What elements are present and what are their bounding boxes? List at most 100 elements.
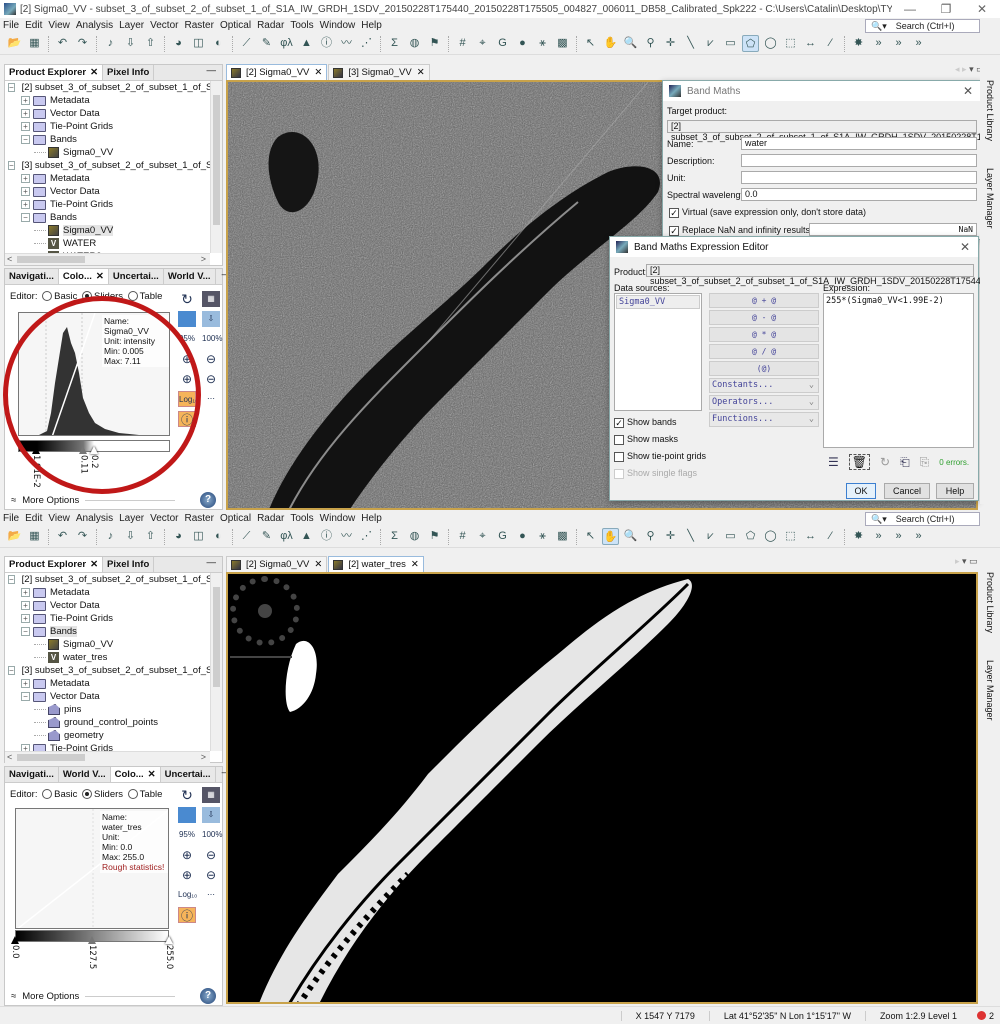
close-icon[interactable]: ✕ <box>314 559 322 570</box>
open-product-icon[interactable]: 📂 <box>6 35 23 52</box>
dark-circle-icon[interactable]: ● <box>514 528 531 545</box>
replace-value-field[interactable]: NaN <box>809 223 977 236</box>
scatter-plot-icon[interactable]: ⋰ <box>358 35 375 52</box>
operator-button[interactable]: @ - @ <box>709 310 819 325</box>
minimize-button[interactable]: — <box>892 2 928 16</box>
tree-node[interactable]: V WATER <box>8 237 222 250</box>
undo-icon[interactable]: ↶ <box>54 35 71 52</box>
expand-icon[interactable]: + <box>21 109 30 118</box>
error-indicator[interactable]: 2 <box>971 1011 1000 1021</box>
zoom-in-vertical-icon[interactable]: ⊕ <box>178 847 196 863</box>
gcp-placing-icon[interactable]: ✛ <box>662 35 679 52</box>
save-product-icon[interactable]: ▦ <box>26 35 43 52</box>
close-icon[interactable]: ✕ <box>148 769 156 780</box>
operator-button[interactable]: @ + @ <box>709 293 819 308</box>
more-icon[interactable]: » <box>890 35 907 52</box>
tree-node[interactable]: − [3] subset_3_of_subset_2_of_subset_1_of… <box>8 664 222 677</box>
colour-slider[interactable] <box>165 936 173 944</box>
multi-apply-icon[interactable]: ▦ <box>202 291 220 307</box>
layer-manager-tab[interactable]: Layer Manager <box>985 660 995 721</box>
tab-image-sigma0-vv-2[interactable]: [2] Sigma0_VV ✕ <box>226 64 328 80</box>
help-icon[interactable]: ? <box>200 988 216 1004</box>
tree-node[interactable]: − Bands <box>8 211 222 224</box>
pin-manager-icon[interactable]: ⚑ <box>426 528 443 545</box>
open-product-icon[interactable]: 📂 <box>6 528 23 545</box>
collapse-icon[interactable]: − <box>8 666 15 675</box>
range-100-icon[interactable]: 100% <box>202 331 222 347</box>
tree-node[interactable]: − [3] subset_3_of_subset_2_of_subset_1_of… <box>8 159 222 172</box>
operator-button[interactable]: (@) <box>709 361 819 376</box>
more-icon[interactable]: » <box>910 528 927 545</box>
tree-node[interactable]: + Metadata <box>8 94 222 107</box>
menu-window[interactable]: Window <box>317 20 359 31</box>
close-icon[interactable]: ✕ <box>90 559 98 570</box>
tree-node[interactable]: + Vector Data <box>8 599 222 612</box>
tree-node[interactable]: − Bands <box>8 625 222 638</box>
close-icon[interactable]: ✕ <box>90 67 98 78</box>
ellipse-draw-icon[interactable]: ◯ <box>762 528 779 545</box>
rectangle-draw-icon[interactable]: ▭ <box>722 528 739 545</box>
zoom-tool-icon[interactable]: 🔍 <box>622 35 639 52</box>
mask-icon[interactable]: ◍ <box>406 35 423 52</box>
grid-icon[interactable]: ▩ <box>554 35 571 52</box>
pan-tool-icon[interactable]: ✋ <box>602 528 619 545</box>
menu-vector[interactable]: Vector <box>147 20 181 31</box>
unit-field[interactable] <box>741 171 977 184</box>
tree-node[interactable]: − Bands <box>8 133 222 146</box>
menu-tools[interactable]: Tools <box>287 20 316 31</box>
tab-world-view[interactable]: World V... <box>164 269 216 284</box>
horizontal-scrollbar[interactable]: < > <box>5 253 210 265</box>
radio-table[interactable] <box>127 789 138 800</box>
minimize-panel-button[interactable]: — <box>201 557 223 572</box>
tab-product-explorer[interactable]: Product Explorer ✕ <box>5 557 104 572</box>
band-arithmetic-icon[interactable]: ♪ <box>102 35 119 52</box>
close-window-button[interactable]: ✕ <box>964 2 1000 16</box>
minimize-panel-button[interactable]: — <box>201 65 223 80</box>
close-icon[interactable]: ✕ <box>960 240 970 254</box>
tree-node[interactable]: + Tie-Point Grids <box>8 742 222 751</box>
radio-basic[interactable] <box>42 789 53 800</box>
star-icon[interactable]: ✸ <box>850 35 867 52</box>
redo-icon[interactable]: ↷ <box>74 35 91 52</box>
cancel-button[interactable]: Cancel <box>884 483 930 499</box>
tab-image-sigma0-vv-3[interactable]: [3] Sigma0_VV ✕ <box>328 64 430 80</box>
menu-layer[interactable]: Layer <box>116 20 147 31</box>
product-library-tab[interactable]: Product Library <box>985 572 995 633</box>
wave-icon[interactable]: ◐ <box>210 528 227 545</box>
edit-icon[interactable]: ✎ <box>258 528 275 545</box>
tree-node[interactable]: Sigma0_VV <box>8 638 222 651</box>
polyline-draw-icon[interactable]: ⩗ <box>702 35 719 52</box>
close-icon[interactable]: ✕ <box>963 84 973 98</box>
undo-icon[interactable]: ↶ <box>54 528 71 545</box>
select-tool-icon[interactable]: ↖ <box>582 35 599 52</box>
line-draw-icon[interactable]: ╲ <box>682 528 699 545</box>
search-input[interactable]: 🔍▾ Search (Ctrl+I) <box>865 19 980 33</box>
operators-dropdown[interactable]: Operators... ⌄ <box>709 395 819 410</box>
gcp-tool-icon[interactable]: ⚹ <box>534 35 551 52</box>
load-expression-icon[interactable]: ⎘ <box>920 455 930 470</box>
tree-node[interactable]: geometry <box>8 729 222 742</box>
export-icon[interactable]: ⇩ <box>202 311 220 327</box>
functions-dropdown[interactable]: Functions... ⌄ <box>709 412 819 427</box>
zoom-out-vertical-icon[interactable]: ⊖ <box>202 847 220 863</box>
vertical-scrollbar[interactable] <box>210 81 222 253</box>
gcp-placing-icon[interactable]: ✛ <box>662 528 679 545</box>
tree-node[interactable]: − Vector Data <box>8 690 222 703</box>
undo-icon[interactable]: ↻ <box>880 455 890 469</box>
slider-value[interactable]: 0.0 <box>10 945 20 959</box>
range-finder-icon[interactable]: ↔ <box>802 528 819 545</box>
menu-radar[interactable]: Radar <box>254 20 287 31</box>
gcp-icon[interactable]: G <box>494 35 511 52</box>
collapse-icon[interactable]: − <box>8 83 15 92</box>
checkbox[interactable] <box>614 451 624 462</box>
band-arithmetic-icon[interactable]: ♪ <box>102 528 119 545</box>
maximize-icon[interactable]: ▭ <box>969 556 978 566</box>
image-view-water-tres[interactable] <box>226 572 978 1004</box>
colour-slider[interactable] <box>88 936 96 944</box>
graph-icon[interactable]: ⟋ <box>238 528 255 545</box>
range-finder-icon[interactable]: ↔ <box>802 35 819 52</box>
menu-file[interactable]: File <box>0 20 22 31</box>
menu-view[interactable]: View <box>45 20 73 31</box>
rectangle-draw-icon[interactable]: ▭ <box>722 35 739 52</box>
import-icon[interactable]: ⇩ <box>122 528 139 545</box>
